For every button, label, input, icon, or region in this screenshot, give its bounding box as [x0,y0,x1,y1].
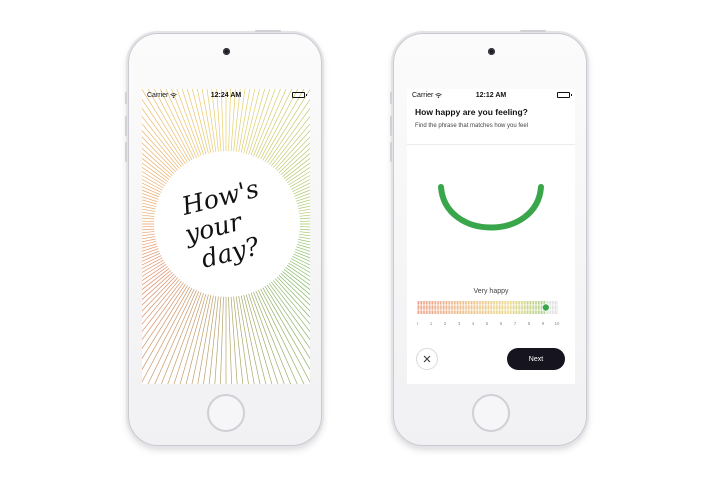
mood-label: Very happy [473,288,509,295]
greeting-screen: Carrier 12:24 AM How's your day? [142,89,310,384]
scale-label: 9 [542,321,545,326]
close-button[interactable] [416,348,438,370]
mood-header: How happy are you feeling? Find the phra… [407,101,575,145]
phone-left: Carrier 12:24 AM How's your day? [125,30,322,446]
scale-label: 1 [430,321,433,326]
scale-label: 5 [486,321,489,326]
volume-down-button [125,142,127,162]
scale-label: 2 [444,321,447,326]
phone-right: Carrier 12:12 AM How happy are you feeli… [390,30,587,446]
page-title: How happy are you feeling? [415,107,528,117]
status-time: 12:24 AM [210,91,242,99]
scale-label: 4 [472,321,475,326]
scale-knob[interactable] [541,303,550,312]
greeting-script: How's your day? [178,174,263,274]
front-camera-icon [223,48,230,55]
mood-scale-slider[interactable]: 0 1 2 3 4 5 6 7 8 9 10 [417,301,561,331]
scale-label: 10 [555,321,560,326]
next-button[interactable]: Next [507,348,565,370]
volume-up-button [125,116,127,136]
power-button [255,30,281,32]
scale-label: 8 [528,321,531,326]
close-icon [423,355,431,363]
power-button [520,30,546,32]
volume-down-button [390,142,392,162]
home-button[interactable] [207,394,245,432]
mute-switch [390,92,392,104]
home-button[interactable] [472,394,510,432]
scale-label: 0 [417,321,419,326]
scale-label: 6 [500,321,503,326]
status-bar: Carrier 12:24 AM [142,89,310,101]
mute-switch [125,92,127,104]
battery-icon [557,92,572,98]
front-camera-icon [488,48,495,55]
scale-label: 3 [458,321,461,326]
status-bar: Carrier 12:12 AM [407,89,575,101]
battery-icon [292,92,307,98]
page-subtitle: Find the phrase that matches how you fee… [415,123,529,129]
greeting-circle: How's your day? [154,151,300,297]
mood-screen: Carrier 12:12 AM How happy are you feeli… [407,89,575,384]
scale-label: 7 [514,321,517,326]
volume-up-button [390,116,392,136]
smile-mouth-icon [438,184,544,231]
status-time: 12:12 AM [475,91,507,99]
